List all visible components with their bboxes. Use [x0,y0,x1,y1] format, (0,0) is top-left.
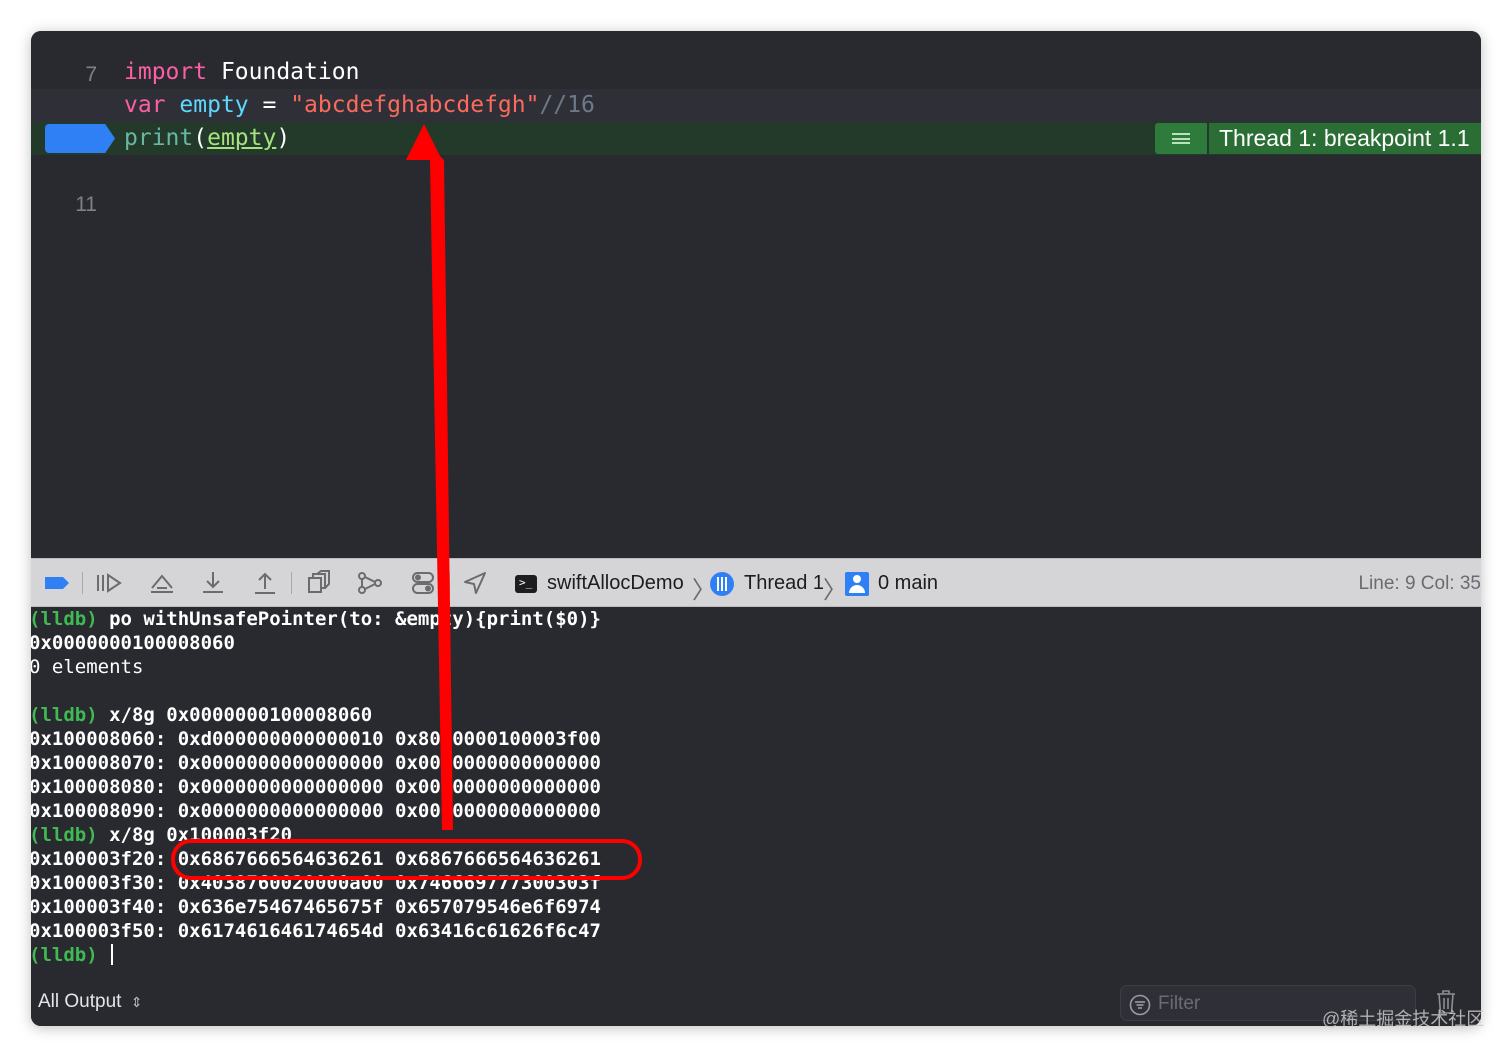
console-line: (lldb) x/8g 0x100003f20 [31,823,292,847]
step-out-icon[interactable] [251,570,279,596]
keyword-token: var [124,92,166,118]
code-token: Foundation [207,59,360,85]
line-number: 11 [75,193,97,216]
code-text: import Foundation [124,56,359,89]
string-literal-token: "abcdefghabcdefgh" [290,92,540,118]
breadcrumb-thread-label: Thread 1 [744,572,825,594]
filter-placeholder: Filter [1158,993,1201,1014]
console-line: 0x100003f50: 0x617461646174654d 0x63416c… [31,919,601,943]
console-line: 0x100008060: 0xd000000000000010 0x800000… [31,727,601,751]
console-line: 0x100008070: 0x0000000000000000 0x000000… [31,751,601,775]
lldb-prompt: (lldb) [31,944,98,966]
thread-icon [710,571,734,596]
console-text: 0x100003f40: 0x636e75467465675f 0x657079… [31,896,601,918]
console-text: 0 elements [31,656,144,678]
console-text: x/8g 0x100003f20 [97,824,293,846]
console-line: 0x100008080: 0x0000000000000000 0x000000… [31,775,601,799]
continue-icon[interactable] [95,570,123,596]
watermark: @稀土掘金技术社区 [1322,1009,1485,1029]
identifier-token: empty [207,125,277,151]
console-line: (lldb) x/8g 0x0000000100008060 [31,703,372,727]
console-line: (lldb) po withUnsafePointer(to: &empty){… [31,607,601,631]
console-line: 0 elements [31,655,143,679]
toolbar-divider [291,572,292,594]
output-scope-select[interactable]: All Output ⇕ [38,991,142,1013]
breakpoint-annotation-label: Thread 1: breakpoint 1.1 [1209,123,1481,154]
filter-icon [1129,994,1151,1016]
console-text: 0x100008080: 0x0000000000000000 0x000000… [31,776,601,798]
console-input-line[interactable]: (lldb) [31,943,114,967]
breakpoint-annotation: Thread 1: breakpoint 1.1 [1155,123,1481,154]
debug-view-hierarchy-icon[interactable] [305,570,333,596]
console-text: 0x100003f50: 0x617461646174654d 0x63416c… [31,920,601,942]
hamburger-icon[interactable] [1155,123,1207,154]
breakpoint-toggle-icon[interactable] [43,570,71,596]
output-scope-label: All Output [38,991,122,1012]
xcode-window: 7 8 import Foundation 9 var empty = "abc… [31,31,1481,1026]
code-text: var empty = "abcdefghabcdefgh"//16 [124,89,595,122]
code-line-9: 9 var empty = "abcdefghabcdefgh"//16 [31,89,1481,150]
step-into-icon[interactable] [199,570,227,596]
source-editor[interactable]: 7 8 import Foundation 9 var empty = "abc… [31,31,1481,558]
lldb-prompt: (lldb) [31,704,98,726]
breadcrumb-frame[interactable]: 0 main [845,559,938,608]
terminal-icon: >_ [515,574,537,593]
console-text: x/8g 0x0000000100008060 [97,704,373,726]
debug-bar: >_ swiftAllocDemo 〉 Thread 1 〉 0 main Li… [31,558,1481,607]
breadcrumb-frame-label: 0 main [878,572,939,594]
text-cursor [111,944,114,965]
memory-graph-icon[interactable] [356,570,384,596]
chevron-right-icon: 〉 [823,577,847,604]
code-line-11: 11 [31,155,1481,216]
code-token: ) [276,125,291,151]
step-over-icon[interactable] [148,570,176,596]
breadcrumb-app-label: swiftAllocDemo [547,572,684,594]
toolbar-divider [82,572,83,594]
console-text: 0x100003f20: 0x6867666564636261 0x686766… [31,848,601,870]
console-line: 0x100008090: 0x0000000000000000 0x000000… [31,799,601,823]
console-line: 0x0000000100008060 [31,631,235,655]
lldb-prompt: (lldb) [31,824,98,846]
up-down-chevron-icon: ⇕ [130,994,143,1010]
environment-overrides-icon[interactable] [409,570,437,596]
function-token: print [124,125,194,151]
code-token: ( [193,125,208,151]
identifier-token: empty [179,92,249,118]
breadcrumb-thread[interactable]: Thread 1 [710,559,824,608]
console-text: 0x100003f30: 0x4038760020000a00 0x746669… [31,872,601,894]
console-line: 0x100003f30: 0x4038760020000a00 0x746669… [31,871,601,895]
breakpoint-marker[interactable]: 10 [45,124,115,153]
code-line-7: 7 [31,31,1481,86]
code-token: = [248,92,291,118]
comment-token: //16 [539,92,595,118]
console-footer: All Output ⇕ Filter [31,982,1481,1026]
console-text: 0x100008090: 0x0000000000000000 0x000000… [31,800,601,822]
console-text: po withUnsafePointer(to: &empty){print($… [97,608,601,630]
console-text: 0x100008070: 0x0000000000000000 0x000000… [31,752,601,774]
lldb-prompt: (lldb) [31,608,98,630]
console-text: 0x100008060: 0xd000000000000010 0x800000… [31,728,601,750]
breadcrumb-app[interactable]: >_ swiftAllocDemo [515,559,684,608]
code-text: print(empty) [124,122,290,155]
console-line: 0x100003f40: 0x636e75467465675f 0x657079… [31,895,601,919]
person-icon [845,571,869,596]
lldb-console[interactable]: (lldb) po withUnsafePointer(to: &empty){… [31,607,1481,1026]
console-text: 0x0000000100008060 [31,632,235,654]
cursor-position: Line: 9 Col: 35 [1358,573,1481,594]
keyword-token: import [124,59,208,85]
console-line: 0x100003f20: 0x6867666564636261 0x686766… [31,847,601,871]
simulate-location-icon[interactable] [461,570,489,596]
code-line-8: 8 import Foundation [31,56,1481,117]
toolbar-divider [449,572,450,594]
